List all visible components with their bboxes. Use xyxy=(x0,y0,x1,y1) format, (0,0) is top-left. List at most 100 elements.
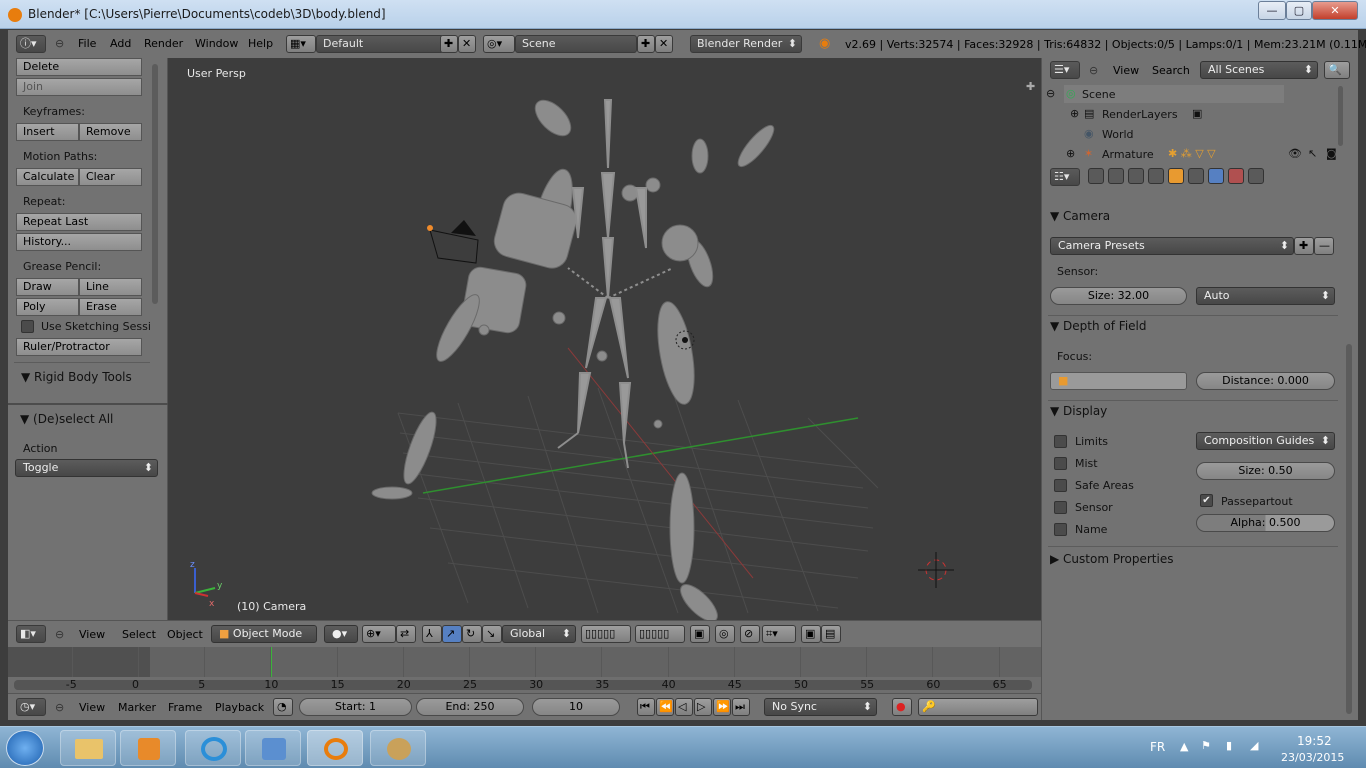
play-reverse-icon[interactable]: ◁ xyxy=(675,698,693,716)
menu-view[interactable]: View xyxy=(79,628,105,641)
clock-date[interactable]: 23/03/2015 xyxy=(1281,751,1344,764)
outliner-scrollbar[interactable] xyxy=(1338,86,1343,146)
object-tab-icon[interactable] xyxy=(1168,168,1184,184)
physics-tab-icon[interactable] xyxy=(1248,168,1264,184)
passepartout-checkbox[interactable]: ✔ xyxy=(1200,494,1213,507)
3d-viewport[interactable]: User Persp z y x (10) Camera ✚ xyxy=(168,58,1041,620)
menu-search[interactable]: Search xyxy=(1152,64,1190,77)
renderable-icon[interactable]: ◙ xyxy=(1326,147,1337,160)
remove-screen-icon[interactable]: ✕ xyxy=(458,35,476,53)
poly-button[interactable]: Poly xyxy=(16,298,79,316)
expand-icon[interactable]: ⊖ xyxy=(1046,87,1055,100)
constraints-tab-icon[interactable] xyxy=(1188,168,1204,184)
screen-layout-icon[interactable]: ▦▾ xyxy=(286,35,316,53)
outliner-row[interactable]: Scene xyxy=(1082,88,1116,101)
menu-view[interactable]: View xyxy=(79,701,105,714)
end-frame-field[interactable]: End: 250 xyxy=(416,698,524,716)
editor-type-timeline-icon[interactable]: ◷▾ xyxy=(16,698,46,716)
jump-start-icon[interactable]: ⏮ xyxy=(637,698,655,716)
delete-button[interactable]: Delete xyxy=(16,58,142,76)
menu-help[interactable]: Help xyxy=(248,37,273,50)
battery-icon[interactable]: ▮ xyxy=(1226,739,1232,752)
editor-type-properties-icon[interactable]: ☷▾ xyxy=(1050,168,1080,186)
add-scene-icon[interactable]: ✚ xyxy=(637,35,655,53)
start-frame-field[interactable]: Start: 1 xyxy=(299,698,412,716)
editor-type-info-icon[interactable]: ⓘ▾ xyxy=(16,35,46,53)
remove-keyframe-button[interactable]: Remove xyxy=(79,123,142,141)
join-button[interactable]: Join xyxy=(16,78,142,96)
rigid-body-panel-header[interactable]: ▼ Rigid Body Tools xyxy=(21,370,132,384)
use-sketching-checkbox[interactable] xyxy=(21,320,34,333)
network-icon[interactable]: ◢ xyxy=(1250,739,1258,752)
menu-add[interactable]: Add xyxy=(110,37,131,50)
outliner-row[interactable]: Armature xyxy=(1102,148,1154,161)
selectable-icon[interactable]: ↖ xyxy=(1308,147,1317,160)
menu-window[interactable]: Window xyxy=(195,37,238,50)
custom-properties-panel-header[interactable]: ▶ Custom Properties xyxy=(1050,552,1173,566)
display-panel-header[interactable]: ▼ Display xyxy=(1050,404,1107,418)
menu-frame[interactable]: Frame xyxy=(168,701,202,714)
ruler-protractor-button[interactable]: Ruler/Protractor xyxy=(16,338,142,356)
mode-select[interactable]: ■ Object Mode xyxy=(211,625,317,643)
scene-tab-icon[interactable] xyxy=(1128,168,1144,184)
add-region-icon[interactable]: ✚ xyxy=(1026,80,1035,93)
collapse-icon[interactable]: ⊖ xyxy=(55,628,64,641)
manipulator-toggle-icon[interactable]: ⇄ xyxy=(396,625,416,643)
insert-keyframe-button[interactable]: Insert xyxy=(16,123,79,141)
record-icon[interactable]: ● xyxy=(892,698,912,716)
collapse-icon[interactable]: ⊖ xyxy=(55,37,64,50)
remove-preset-icon[interactable]: — xyxy=(1314,237,1334,255)
collapse-icon[interactable]: ⊖ xyxy=(1089,64,1098,77)
texture-tab-icon[interactable] xyxy=(1228,168,1244,184)
close-button[interactable]: ✕ xyxy=(1312,1,1358,20)
action-select[interactable]: Toggle ⬍ xyxy=(15,459,158,477)
display-mode-select[interactable]: All Scenes ⬍ xyxy=(1200,61,1318,79)
properties-scrollbar[interactable] xyxy=(1346,344,1352,714)
editor-type-3d-icon[interactable]: ◧▾ xyxy=(16,625,46,643)
language-indicator[interactable]: FR xyxy=(1150,740,1165,754)
keying-set-icon[interactable]: 🔑 xyxy=(918,698,1038,716)
render-tab-icon[interactable] xyxy=(1088,168,1104,184)
minimize-button[interactable]: — xyxy=(1258,1,1286,20)
editor-type-outliner-icon[interactable]: ☰▾ xyxy=(1050,61,1080,79)
paint-app-taskbar-icon[interactable] xyxy=(370,730,426,766)
play-icon[interactable]: ▷ xyxy=(694,698,712,716)
3d-cursor-icon[interactable] xyxy=(918,552,954,588)
history-button[interactable]: History... xyxy=(16,233,142,251)
calculate-button[interactable]: Calculate xyxy=(16,168,79,186)
orientation-select[interactable]: Global ⬍ xyxy=(502,625,576,643)
draw-button[interactable]: Draw xyxy=(16,278,79,296)
menu-render[interactable]: Render xyxy=(144,37,183,50)
focus-object-field[interactable]: ■ xyxy=(1050,372,1187,390)
snap-element-icon[interactable]: ⌗▾ xyxy=(762,625,796,643)
scale-manipulator-icon[interactable]: ↘ xyxy=(482,625,502,643)
menu-select[interactable]: Select xyxy=(122,628,156,641)
menu-view[interactable]: View xyxy=(1113,64,1139,77)
paint-taskbar-icon[interactable] xyxy=(245,730,301,766)
visibility-icon[interactable]: 👁 xyxy=(1288,147,1302,160)
transform-manipulator-icon[interactable]: ⅄ xyxy=(422,625,442,643)
repeat-last-button[interactable]: Repeat Last xyxy=(16,213,142,231)
mist-checkbox[interactable] xyxy=(1054,457,1067,470)
search-icon[interactable]: 🔍 xyxy=(1324,61,1350,79)
timeline-ruler[interactable] xyxy=(8,677,1041,693)
jump-keyframe-back-icon[interactable]: ⏪ xyxy=(656,698,674,716)
menu-file[interactable]: File xyxy=(78,37,96,50)
render-still-icon[interactable]: ▣ xyxy=(801,625,821,643)
screen-layout-field[interactable]: Default xyxy=(316,35,444,53)
menu-marker[interactable]: Marker xyxy=(118,701,156,714)
clock-time[interactable]: 19:52 xyxy=(1297,734,1332,748)
composition-guides-select[interactable]: Composition Guides ⬍ xyxy=(1196,432,1335,450)
clear-button[interactable]: Clear xyxy=(79,168,142,186)
menu-object[interactable]: Object xyxy=(167,628,203,641)
jump-end-icon[interactable]: ⏭ xyxy=(732,698,750,716)
outliner-row[interactable]: RenderLayers xyxy=(1102,108,1178,121)
start-button[interactable] xyxy=(6,730,44,766)
lock-layers-icon[interactable]: ▣ xyxy=(690,625,710,643)
render-engine-select[interactable]: Blender Render ⬍ xyxy=(690,35,802,53)
render-animation-icon[interactable]: ▤ xyxy=(821,625,841,643)
viewport-shading-select[interactable]: ●▾ xyxy=(324,625,358,643)
scene-field[interactable]: Scene xyxy=(515,35,637,53)
line-button[interactable]: Line xyxy=(79,278,142,296)
sensor-size-field[interactable]: Size: 32.00 xyxy=(1050,287,1187,305)
